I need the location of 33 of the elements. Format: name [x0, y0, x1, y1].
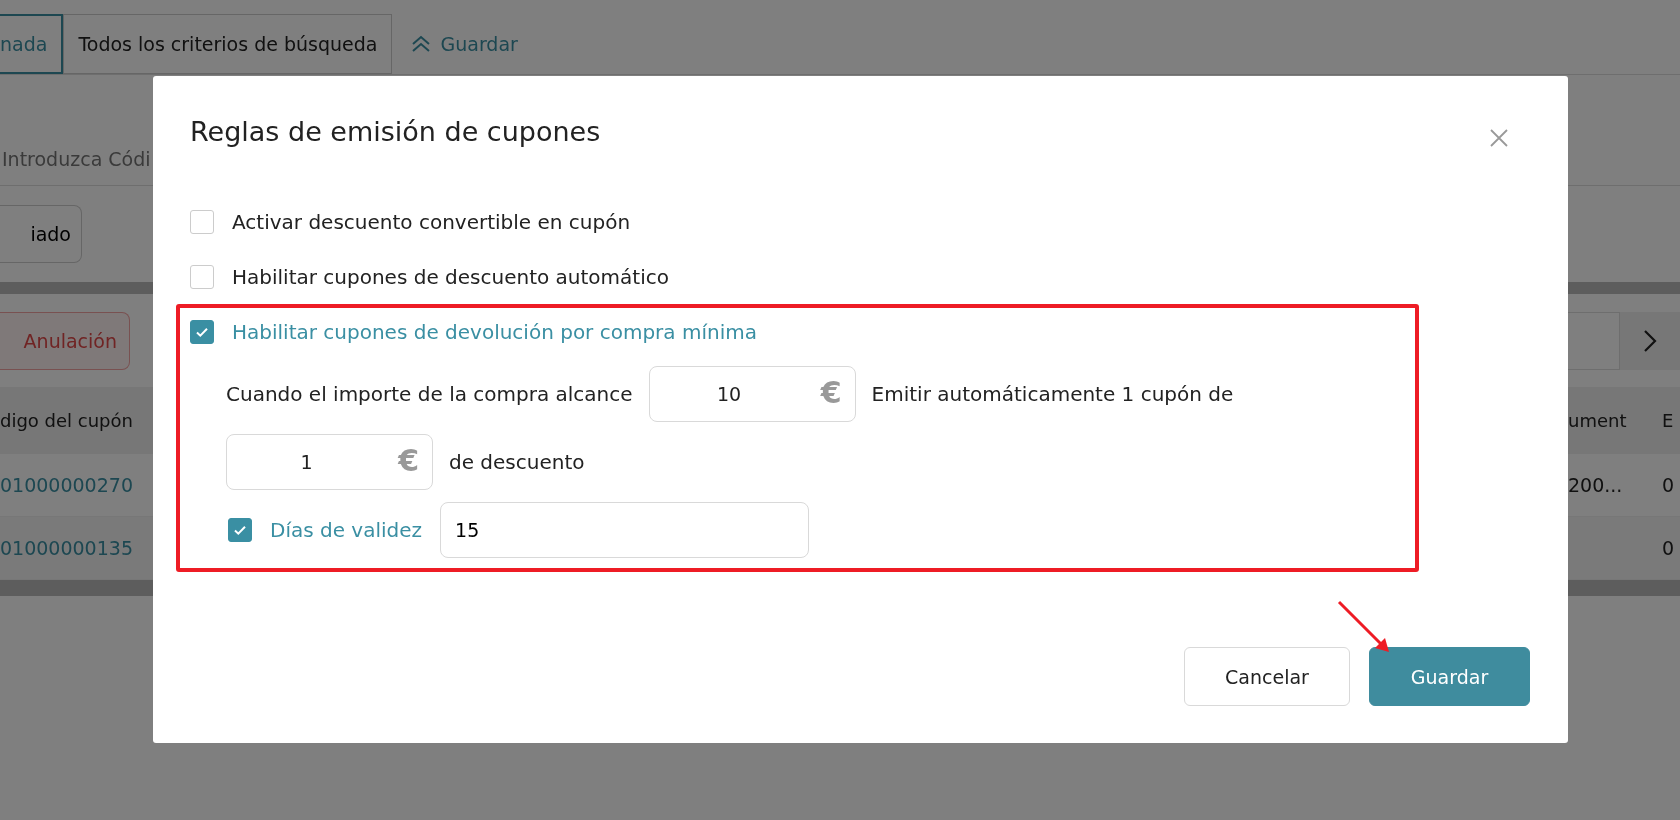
column-header: E	[1662, 409, 1675, 431]
rule-text: Cuando el importe de la compra alcance	[226, 382, 633, 406]
rule-text: Emitir automáticamente 1 cupón de	[871, 382, 1234, 406]
column-header: digo del cupón	[0, 409, 134, 431]
checkbox[interactable]	[190, 320, 214, 344]
option-label: Activar descuento convertible en cupón	[232, 209, 631, 234]
void-button[interactable]: Anulación	[0, 311, 130, 370]
tab[interactable]: nada	[0, 14, 64, 74]
annotation-arrow	[1337, 600, 1389, 652]
cancel-button[interactable]: Cancelar	[1184, 647, 1350, 706]
column-header: ument	[1568, 409, 1628, 431]
save-link[interactable]: Guardar	[410, 14, 518, 74]
dialog-title: Reglas de emisión de cupones	[190, 115, 601, 147]
validity-days-field[interactable]: 15	[440, 502, 810, 558]
table-cell-text: 200...	[1568, 474, 1624, 496]
table-cell-text: 0	[1662, 537, 1676, 559]
save-button[interactable]: Guardar	[1369, 647, 1530, 706]
option-label: Días de validez	[270, 518, 423, 542]
checkbox[interactable]	[190, 264, 214, 289]
tab[interactable]: Todos los criterios de búsqueda	[63, 14, 393, 74]
checkbox[interactable]	[228, 518, 252, 542]
option-label: Habilitar cupones de devolución por compra mínima	[232, 320, 757, 344]
currency-sign: €	[398, 443, 419, 479]
filter-button[interactable]: iado	[0, 205, 82, 263]
search-field[interactable]: Introduzca Códi	[0, 133, 154, 185]
rule-text: de descuento	[449, 450, 585, 474]
checkbox[interactable]	[190, 209, 214, 234]
currency-sign: €	[820, 375, 842, 411]
close-icon[interactable]	[1488, 127, 1510, 149]
chevron-right-icon	[1643, 328, 1657, 353]
table-cell-text: 0	[1662, 474, 1676, 496]
option-label: Habilitar cupones de descuento automático	[232, 264, 669, 289]
coupon-code-link[interactable]: 01000000270	[0, 474, 150, 496]
